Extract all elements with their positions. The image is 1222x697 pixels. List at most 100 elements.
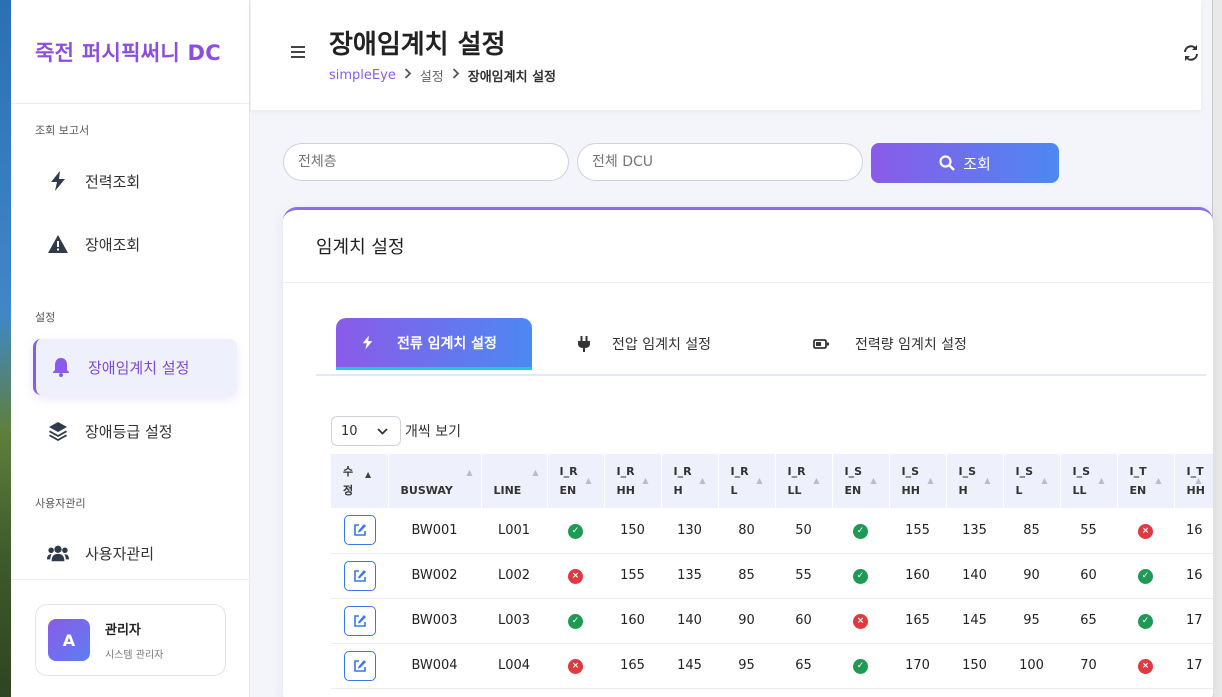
edit-button[interactable] bbox=[343, 605, 376, 636]
breadcrumb-home[interactable]: simpleEye bbox=[329, 68, 396, 83]
column-header-line1: I_S bbox=[1015, 465, 1034, 478]
column-header[interactable]: I_R L ▲ bbox=[718, 454, 776, 508]
enabled-status-cell: × bbox=[547, 643, 604, 689]
page-size-label: 개씩 보기 bbox=[405, 424, 461, 440]
tab-voltage-threshold[interactable]: 전압 임계치 설정 bbox=[578, 318, 711, 370]
column-header-line2: EN bbox=[1129, 484, 1147, 497]
check-circle-icon: ✓ bbox=[1138, 613, 1153, 629]
sort-icon[interactable]: ▲ bbox=[927, 476, 933, 485]
user-profile-card[interactable]: A 관리자 시스템 관리자 bbox=[35, 604, 226, 676]
sidebar-item-label: 사용자관리 bbox=[85, 544, 155, 563]
sort-icon[interactable]: ▲ bbox=[984, 476, 990, 485]
table-cell: 85 bbox=[1003, 508, 1060, 554]
column-header-line2: HH bbox=[1186, 484, 1205, 497]
avatar: A bbox=[48, 619, 90, 661]
edit-button[interactable] bbox=[343, 515, 376, 546]
table-row: BW003 L003 ✓ 160 140 90 60 × 165 145 95 65 ✓ 17 bbox=[331, 598, 1213, 644]
threshold-card: 임계치 설정 전류 임계치 설정 전압 임계치 설정 전력량 임계치 설정 10 bbox=[283, 207, 1213, 697]
column-header-line2: EN bbox=[559, 484, 577, 497]
sort-icon[interactable]: ▲ bbox=[1155, 476, 1161, 485]
sort-icon[interactable]: ▲ bbox=[1041, 476, 1047, 485]
breadcrumb-settings[interactable]: 설정 bbox=[420, 66, 444, 85]
sidebar-footer-divider bbox=[11, 579, 250, 580]
tab-energy-threshold[interactable]: 전력량 임계치 설정 bbox=[813, 318, 967, 370]
column-header[interactable]: I_R EN ▲ bbox=[547, 454, 605, 508]
column-header[interactable]: I_S LL ▲ bbox=[1060, 454, 1118, 508]
dcu-select[interactable] bbox=[577, 143, 863, 181]
table-cell: 65 bbox=[1060, 598, 1117, 644]
table-row: BW004 L004 × 165 145 95 65 ✓ 170 150 100 70 × 17 bbox=[331, 643, 1213, 689]
column-header-line2: 정 bbox=[343, 484, 354, 497]
sidebar-item-grade-settings[interactable]: 장애등급 설정 bbox=[33, 403, 237, 459]
sidebar-item-threshold-settings[interactable]: 장애임계치 설정 bbox=[33, 339, 237, 395]
sort-icon[interactable]: ▲ bbox=[466, 468, 472, 477]
table-cell: 155 bbox=[604, 553, 661, 599]
table-cell: 150 bbox=[604, 508, 661, 554]
bolt-icon bbox=[47, 170, 69, 192]
users-icon bbox=[47, 542, 69, 564]
column-header[interactable]: I_R LL ▲ bbox=[775, 454, 833, 508]
enabled-status-cell: ✓ bbox=[832, 508, 889, 554]
page-size-select[interactable]: 10 bbox=[331, 416, 401, 446]
floor-select[interactable] bbox=[283, 143, 569, 181]
tab-current-threshold[interactable]: 전류 임계치 설정 bbox=[336, 318, 532, 370]
refresh-icon[interactable] bbox=[1182, 44, 1200, 66]
column-header[interactable]: LINE ▲ bbox=[481, 454, 548, 508]
section-label-settings: 설정 bbox=[35, 311, 56, 324]
column-header[interactable]: I_T HH ▲ bbox=[1174, 454, 1213, 508]
sort-icon[interactable]: ▲ bbox=[1195, 476, 1201, 485]
edit-button[interactable] bbox=[343, 650, 376, 681]
user-name: 관리자 bbox=[105, 623, 141, 638]
sort-icon[interactable]: ▲ bbox=[870, 476, 876, 485]
table-cell: 135 bbox=[661, 553, 718, 599]
sidebar-item-label: 장애조회 bbox=[85, 235, 141, 254]
threshold-table-container[interactable]: 수 정 ▲ BUSWAY ▲ LINE ▲ I_R EN ▲ I_R HH ▲ I_R H ▲ I_R L ▲ I_R… bbox=[331, 454, 1213, 689]
menu-toggle-icon[interactable] bbox=[291, 46, 305, 58]
search-button[interactable]: 조회 bbox=[871, 143, 1059, 183]
table-row: BW002 L002 × 155 135 85 55 ✓ 160 140 90 60 ✓ 16 bbox=[331, 553, 1213, 599]
chevron-right-icon bbox=[452, 68, 460, 83]
sort-icon[interactable]: ▲ bbox=[585, 476, 591, 485]
column-header[interactable]: I_S EN ▲ bbox=[832, 454, 890, 508]
card-title: 임계치 설정 bbox=[283, 210, 1213, 283]
column-header[interactable]: I_T EN ▲ bbox=[1117, 454, 1175, 508]
column-header[interactable]: I_S HH ▲ bbox=[889, 454, 947, 508]
column-header-line1: 수 bbox=[343, 465, 354, 478]
table-cell: 17 bbox=[1174, 598, 1213, 644]
sidebar-item-users[interactable]: 사용자관리 bbox=[33, 525, 237, 581]
search-icon bbox=[939, 155, 956, 171]
sidebar-item-power[interactable]: 전력조회 bbox=[33, 153, 237, 209]
sort-icon[interactable]: ▲ bbox=[1098, 476, 1104, 485]
table-cell: 60 bbox=[1060, 553, 1117, 599]
window-scrollbar-right[interactable] bbox=[1212, 0, 1222, 697]
column-header-line1: I_R bbox=[616, 465, 635, 478]
column-header[interactable]: I_R H ▲ bbox=[661, 454, 719, 508]
sort-icon[interactable]: ▲ bbox=[813, 476, 819, 485]
page-size-control: 10 개씩 보기 bbox=[331, 416, 461, 446]
column-header[interactable]: I_S H ▲ bbox=[946, 454, 1004, 508]
table-cell: 65 bbox=[775, 643, 832, 689]
sidebar-item-faults[interactable]: 장애조회 bbox=[33, 216, 237, 272]
column-header[interactable]: I_S L ▲ bbox=[1003, 454, 1061, 508]
sidebar-item-label: 전력조회 bbox=[85, 172, 141, 191]
sort-icon[interactable]: ▲ bbox=[699, 476, 705, 485]
sort-icon[interactable]: ▲ bbox=[365, 470, 371, 479]
sort-icon[interactable]: ▲ bbox=[756, 476, 762, 485]
table-cell: 80 bbox=[718, 508, 775, 554]
table-cell: 150 bbox=[946, 643, 1003, 689]
user-role: 시스템 관리자 bbox=[105, 650, 164, 661]
edit-icon bbox=[353, 569, 367, 583]
column-header[interactable]: I_R HH ▲ bbox=[604, 454, 662, 508]
sort-icon[interactable]: ▲ bbox=[642, 476, 648, 485]
column-header[interactable]: BUSWAY ▲ bbox=[388, 454, 482, 508]
table-cell: 16 bbox=[1174, 553, 1213, 599]
tab-bar: 전류 임계치 설정 전압 임계치 설정 전력량 임계치 설정 bbox=[316, 318, 1206, 376]
table-cell: 95 bbox=[1003, 598, 1060, 644]
table-cell: 50 bbox=[775, 508, 832, 554]
edit-icon bbox=[353, 659, 367, 673]
edit-cell bbox=[331, 598, 388, 644]
table-cell: 17 bbox=[1174, 643, 1213, 689]
column-header[interactable]: 수 정 ▲ bbox=[331, 454, 389, 508]
edit-button[interactable] bbox=[343, 560, 376, 591]
sort-icon[interactable]: ▲ bbox=[532, 468, 538, 477]
